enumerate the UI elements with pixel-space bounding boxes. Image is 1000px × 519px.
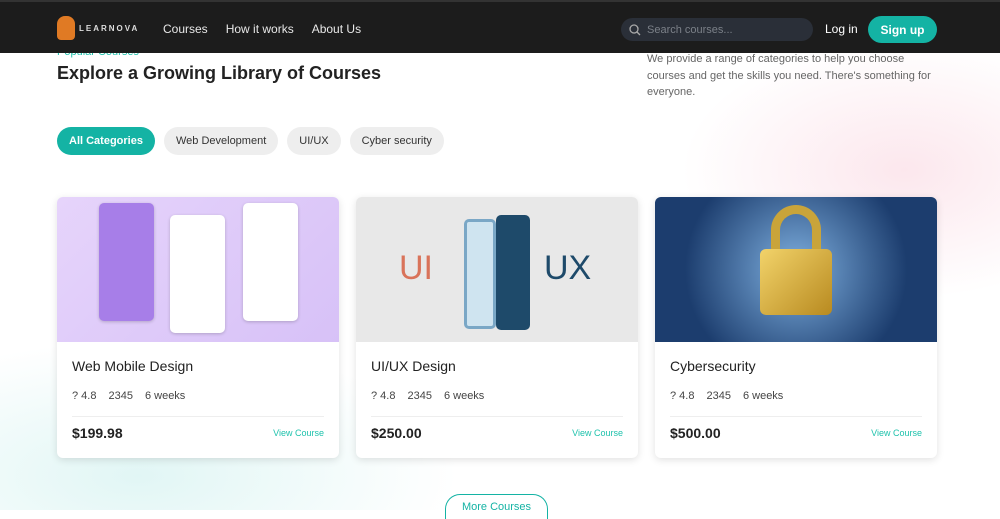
padlock-icon [771, 205, 821, 255]
more-courses-button[interactable]: More Courses [445, 494, 548, 519]
nav-about-us[interactable]: About Us [312, 22, 361, 36]
view-course-link[interactable]: View Course [871, 428, 922, 438]
search-input[interactable] [647, 23, 797, 36]
search-box [621, 18, 813, 41]
logo-icon [57, 16, 75, 40]
category-ui-ux[interactable]: UI/UX [287, 127, 341, 155]
course-title: Web Mobile Design [72, 358, 194, 374]
course-students: 2345 [407, 390, 432, 402]
image-text-ui: UI [399, 249, 433, 287]
course-image [655, 197, 937, 342]
image-text-ux: UX [544, 249, 592, 287]
category-cyber-security[interactable]: Cyber security [349, 127, 444, 155]
course-rating: ? 4.8 [670, 390, 695, 402]
category-filters: All Categories Web Development UI/UX Cyb… [57, 127, 444, 155]
course-duration: 6 weeks [443, 390, 485, 402]
course-rating: ? 4.8 [72, 390, 97, 402]
search-icon [629, 23, 641, 35]
course-title: UI/UX Design [371, 358, 456, 374]
category-web-development[interactable]: Web Development [163, 127, 279, 155]
course-title: Cybersecurity [670, 358, 756, 374]
course-card[interactable]: Cybersecurity ? 4.8 2345 6 weeks $500.00 V… [655, 197, 937, 458]
course-students: 2345 [706, 390, 731, 402]
course-duration: 6 weeks [742, 390, 784, 402]
course-students: 2345 [108, 390, 133, 402]
divider [72, 416, 324, 417]
view-course-link[interactable]: View Course [572, 428, 623, 438]
course-price: $250.00 [371, 425, 422, 441]
view-course-link[interactable]: View Course [273, 428, 324, 438]
page-title: Explore a Growing Library of Courses [57, 63, 382, 83]
course-card[interactable]: UI UX UI/UX Design ? 4.8 2345 6 weeks $250… [356, 197, 638, 458]
brand-name: LEARNOVA [79, 23, 140, 33]
divider [371, 416, 623, 417]
logo[interactable]: LEARNOVA [57, 16, 139, 40]
navbar: LEARNOVA Courses How it works About Us L… [0, 0, 1000, 53]
course-duration: 6 weeks [144, 390, 186, 402]
course-rating: ? 4.8 [371, 390, 396, 402]
category-all[interactable]: All Categories [57, 127, 155, 155]
signup-button[interactable]: Sign up [868, 16, 937, 43]
course-price: $199.98 [72, 425, 123, 441]
course-card[interactable]: Web Mobile Design ? 4.8 2345 6 weeks $199.… [57, 197, 339, 458]
divider [670, 416, 922, 417]
course-image: UI UX [356, 197, 638, 342]
nav-courses[interactable]: Courses [163, 22, 208, 36]
course-price: $500.00 [670, 425, 721, 441]
course-image [57, 197, 339, 342]
section-description: We provide a range of categories to help… [647, 53, 931, 98]
login-link[interactable]: Log in [825, 22, 858, 36]
nav-how-it-works[interactable]: How it works [226, 22, 294, 36]
